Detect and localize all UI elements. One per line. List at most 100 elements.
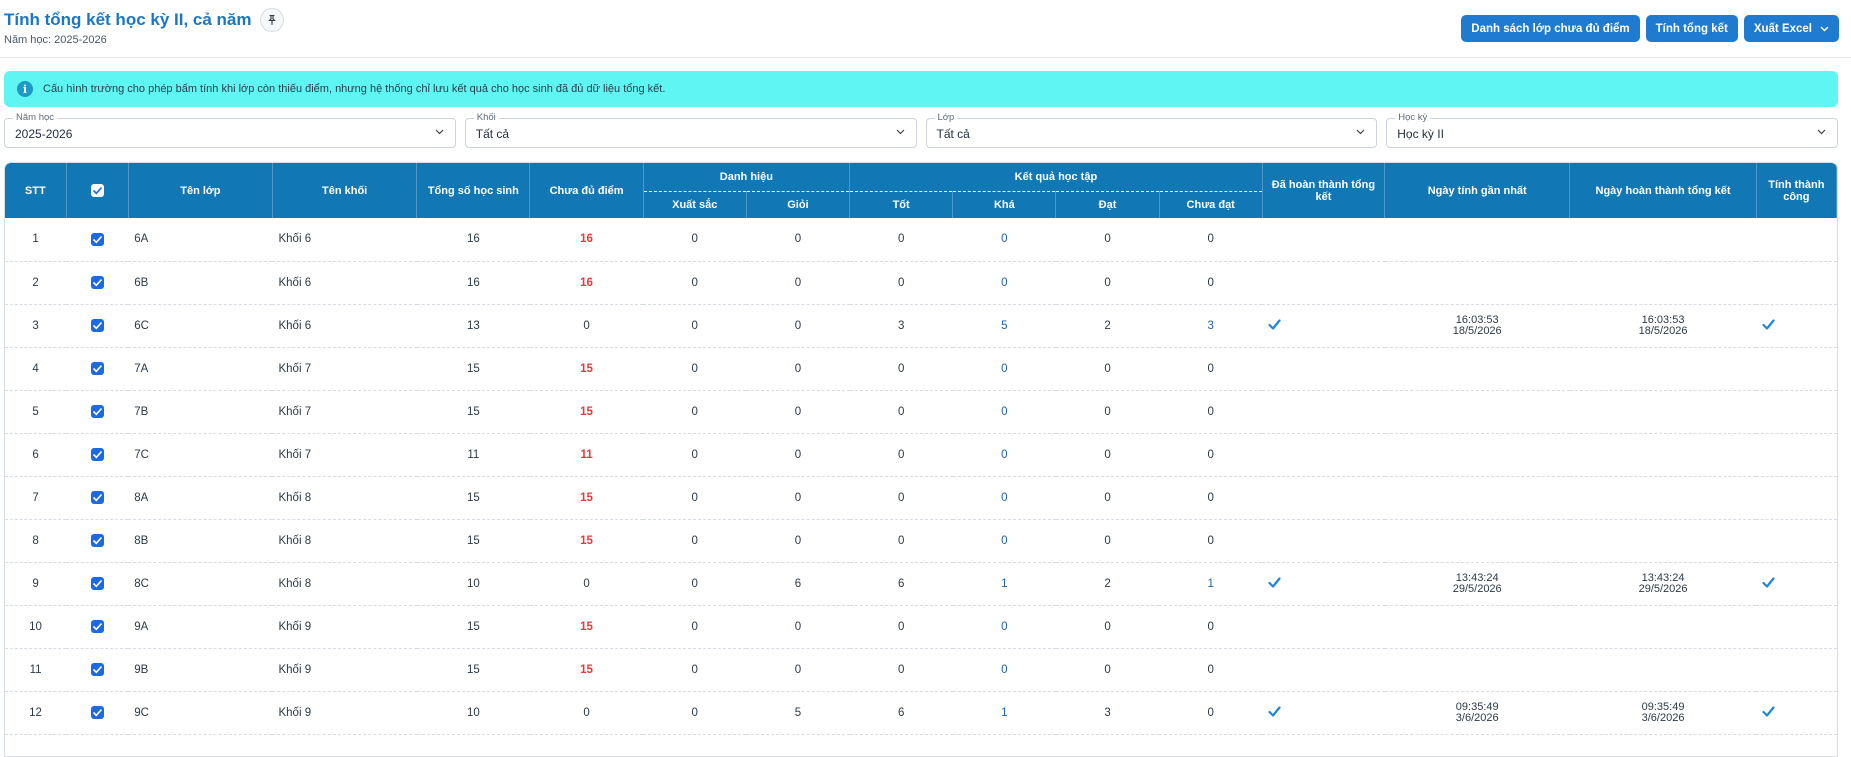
calculate-label: Tính tổng kết (1655, 22, 1728, 35)
calculate-button[interactable]: Tính tổng kết (1645, 15, 1738, 42)
row-checkbox[interactable] (90, 448, 104, 461)
row-checkbox[interactable] (90, 232, 104, 246)
cell-last-calc: 13:43:24 29/5/2026 (1384, 562, 1570, 606)
cell-success (1756, 562, 1837, 606)
cell-total-students: 15 (416, 605, 530, 649)
cell-dat: 0 (1055, 605, 1160, 649)
table-row[interactable]: 6 7C Khối 7 11 11 0 0 0 0 0 0 (5, 433, 1837, 477)
cell-good-student: 0 (746, 476, 850, 520)
cell-chua-dat: 0 (1159, 390, 1263, 434)
cell-tot: 0 (849, 648, 953, 692)
col-header-select-all (66, 163, 129, 218)
cell-last-calc (1384, 476, 1570, 520)
school-year-value: 2025-2026 (15, 127, 73, 141)
cell-missing-scores: 0 (529, 691, 644, 735)
cell-excellent: 0 (643, 390, 747, 434)
cell-dat: 0 (1055, 476, 1160, 520)
cell-select (66, 562, 129, 606)
row-checkbox[interactable] (90, 534, 104, 547)
table-row[interactable]: 5 7B Khối 7 15 15 0 0 0 0 0 0 (5, 390, 1837, 434)
table-row[interactable]: 12 9C Khối 9 10 0 0 5 6 1 3 0 09:35:49 3/6/2026 09:35… (5, 691, 1837, 735)
cell-grade-name: Khối 8 (272, 562, 417, 606)
chevron-down-icon (1820, 23, 1829, 35)
cell-select (66, 476, 129, 520)
cell-good-student: 0 (746, 218, 850, 262)
completed-time: 16:03:53 (1641, 313, 1685, 326)
cell-completed-date (1569, 261, 1757, 305)
export-excel-button[interactable]: Xuất Excel (1743, 15, 1839, 42)
col-header-class-name: Tên lớp (128, 163, 273, 218)
table-row[interactable]: 10 9A Khối 9 15 15 0 0 0 0 0 0 (5, 605, 1837, 649)
pin-icon[interactable] (259, 8, 284, 32)
cell-grade-name: Khối 8 (272, 476, 417, 520)
col-header-stt: STT (5, 163, 67, 218)
cell-stt: 12 (5, 691, 67, 735)
cell-missing-scores: 15 (529, 390, 644, 434)
header-actions: Danh sách lớp chưa đủ điểm Tính tổng kết… (1461, 15, 1839, 42)
cell-stt: 5 (5, 390, 67, 434)
cell-select (66, 218, 129, 262)
col-header-dat: Đạt (1055, 191, 1160, 218)
row-checkbox[interactable] (90, 276, 104, 289)
cell-tot: 6 (849, 691, 953, 735)
cell-kha: 1 (952, 562, 1056, 606)
cell-tot: 0 (849, 390, 953, 434)
table-row[interactable]: 9 8C Khối 8 10 0 0 6 6 1 2 1 13:43:24 29/5/2026 13:43… (5, 562, 1837, 606)
class-select[interactable]: Lớp Tất cả (925, 112, 1378, 148)
cell-excellent: 0 (643, 304, 747, 348)
cell-grade-name: Khối 7 (272, 390, 417, 434)
table-row[interactable]: 4 7A Khối 7 15 15 0 0 0 0 0 0 (5, 347, 1837, 391)
cell-tot: 0 (849, 433, 953, 477)
table-row[interactable]: 8 8B Khối 8 15 15 0 0 0 0 0 0 (5, 519, 1837, 563)
cell-success (1756, 691, 1837, 735)
row-checkbox[interactable] (90, 620, 104, 633)
school-year-select[interactable]: Năm học 2025-2026 (4, 112, 456, 148)
table-row[interactable]: 2 6B Khối 6 16 16 0 0 0 0 0 0 (5, 261, 1837, 305)
completed-date: 3/6/2026 (1641, 711, 1685, 724)
row-checkbox[interactable] (90, 362, 104, 375)
check-icon (1268, 576, 1281, 591)
cell-excellent: 0 (643, 218, 747, 262)
cell-stt: 10 (5, 605, 67, 649)
cell-good-student: 0 (746, 304, 850, 348)
cell-chua-dat: 0 (1159, 605, 1263, 649)
row-checkbox[interactable] (90, 577, 104, 590)
table-row[interactable]: 7 8A Khối 8 15 15 0 0 0 0 0 0 (5, 476, 1837, 520)
cell-tot: 0 (849, 519, 953, 563)
cell-good-student: 0 (746, 261, 850, 305)
cell-excellent: 0 (643, 691, 747, 735)
cell-select (66, 648, 129, 692)
table-row[interactable]: 1 6A Khối 6 16 16 0 0 0 0 0 0 (5, 218, 1837, 262)
cell-grade-name: Khối 6 (272, 218, 417, 262)
cell-good-student: 0 (746, 519, 850, 563)
semester-select[interactable]: Học kỳ Học kỳ II (1386, 112, 1838, 148)
row-checkbox[interactable] (90, 491, 104, 504)
missing-scores-list-button[interactable]: Danh sách lớp chưa đủ điểm (1461, 15, 1640, 42)
cell-class-name: 7C (128, 433, 273, 477)
table-row[interactable]: 11 9B Khối 9 15 15 0 0 0 0 0 0 (5, 648, 1837, 692)
cell-completed (1262, 562, 1385, 606)
cell-total-students: 16 (416, 218, 530, 262)
cell-kha: 0 (952, 347, 1056, 391)
table-row[interactable]: 3 6C Khối 6 13 0 0 0 3 5 2 3 16:03:53 18/5/2026 16:03… (5, 304, 1837, 348)
cell-last-calc (1384, 519, 1570, 563)
cell-select (66, 390, 129, 434)
cell-class-name: 9C (128, 691, 273, 735)
cell-stt: 6 (5, 433, 67, 477)
cell-grade-name: Khối 6 (272, 261, 417, 305)
row-checkbox[interactable] (90, 663, 104, 676)
cell-total-students: 15 (416, 519, 530, 563)
grade-select[interactable]: Khối Tất cả (464, 112, 917, 148)
row-checkbox[interactable] (90, 319, 104, 332)
cell-dat: 2 (1055, 304, 1160, 348)
row-checkbox[interactable] (90, 706, 104, 719)
cell-missing-scores: 15 (529, 347, 644, 391)
select-all-checkbox[interactable] (90, 184, 104, 197)
missing-scores-list-label: Danh sách lớp chưa đủ điểm (1471, 22, 1630, 35)
cell-kha: 0 (952, 648, 1056, 692)
cell-select (66, 261, 129, 305)
row-checkbox[interactable] (90, 405, 104, 418)
cell-grade-name: Khối 7 (272, 433, 417, 477)
cell-class-name: 8B (128, 519, 273, 563)
check-icon (1762, 705, 1775, 720)
